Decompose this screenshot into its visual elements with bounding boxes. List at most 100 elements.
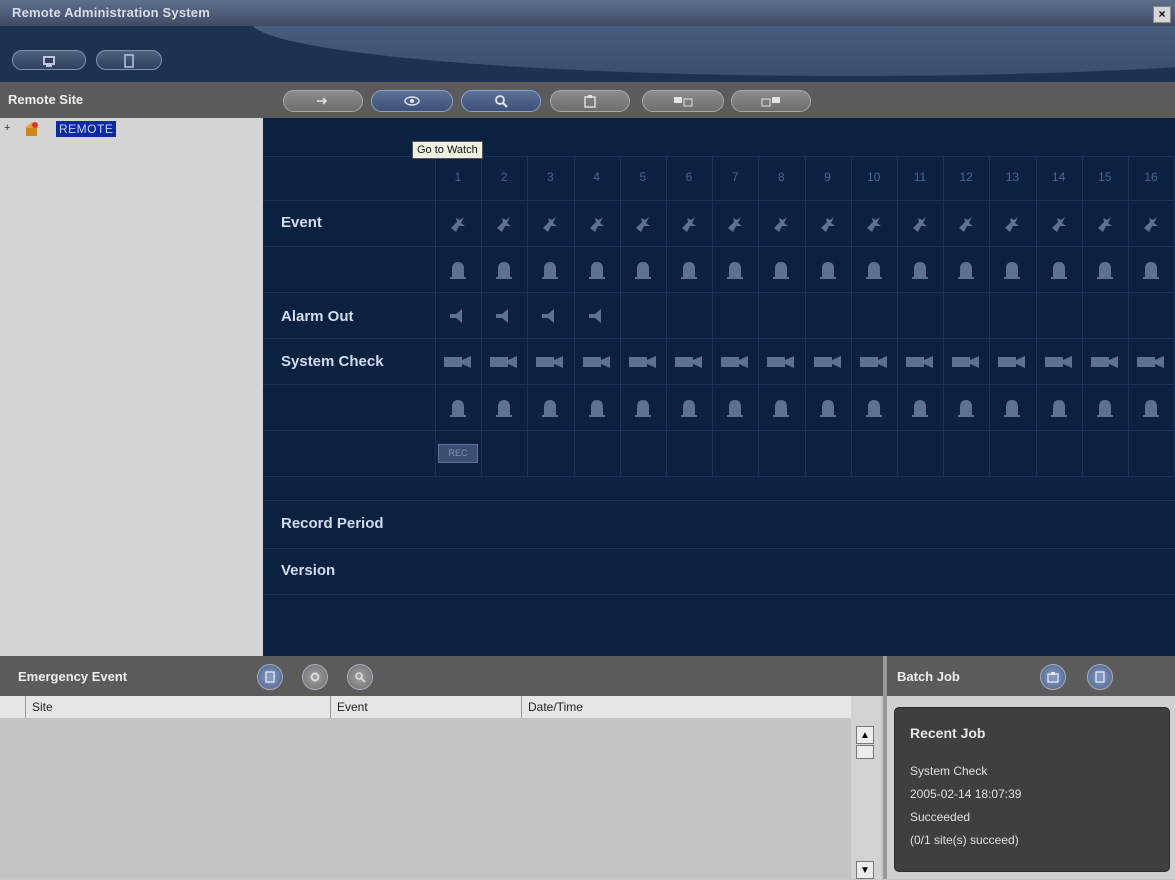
grid-row-line <box>263 292 1175 293</box>
grid-row-line <box>263 476 1175 477</box>
scroll-up-button[interactable]: ▲ <box>856 726 874 744</box>
grid-row-line <box>263 384 1175 385</box>
channel-label-1: 1 <box>454 170 462 184</box>
site-button[interactable] <box>12 50 86 70</box>
remote-site-tree: + REMOTE <box>0 118 263 656</box>
channel-label-4: 4 <box>593 170 600 184</box>
close-button[interactable]: × <box>1153 6 1171 23</box>
toolbox-icon <box>584 95 596 108</box>
alarm-output-icon <box>496 309 509 323</box>
recent-job-name: System Check <box>910 764 988 778</box>
alarm-bell-icon <box>819 400 836 417</box>
alarm-bell-icon <box>773 262 790 279</box>
transfer-back-button[interactable] <box>731 90 811 112</box>
grid-col-line <box>481 156 483 476</box>
toolbox-button[interactable] <box>550 90 630 112</box>
camera-icon <box>906 356 933 368</box>
column-header-datetime[interactable]: Date/Time <box>522 696 851 718</box>
row-label-version: Version <box>281 562 336 579</box>
channel-label-6: 6 <box>685 170 693 184</box>
login-button[interactable] <box>283 90 363 112</box>
alarm-bell-icon <box>450 400 466 417</box>
motion-sensor-icon <box>1005 217 1020 232</box>
title-bar: Remote Administration System × <box>0 0 1175 26</box>
row-label-event: Event <box>281 214 322 231</box>
alarm-bell-icon <box>912 262 928 279</box>
channel-label-5: 5 <box>639 170 647 184</box>
window-title: Remote Administration System <box>12 5 210 20</box>
motion-sensor-icon <box>635 217 650 232</box>
batch-toolbox-button[interactable] <box>1040 664 1066 690</box>
grid-col-line <box>1081 156 1083 476</box>
grid-row-line <box>263 594 1175 595</box>
alarm-bell-icon <box>1143 400 1159 417</box>
alarm-bell-icon <box>819 262 836 279</box>
alarm-bell-icon <box>1143 262 1159 279</box>
emergency-list-button[interactable] <box>257 664 283 690</box>
channel-label-12: 12 <box>959 170 973 184</box>
motion-sensor-icon <box>1144 217 1158 232</box>
camera-icon <box>1044 356 1072 368</box>
camera-icon <box>628 356 656 368</box>
grid-col-line <box>1128 156 1129 476</box>
transfer-button[interactable] <box>642 90 724 112</box>
row-label-alarm-out: Alarm Out <box>281 308 354 325</box>
gear-icon <box>310 672 320 682</box>
grid-col-line <box>619 156 621 476</box>
grid-col-line <box>804 156 806 476</box>
watch-button[interactable] <box>371 90 453 112</box>
camera-icon <box>952 356 980 368</box>
row-label-system-check: System Check <box>281 353 384 370</box>
emergency-scrollbar[interactable]: ▲ ▼ <box>851 696 881 879</box>
column-header-event[interactable]: Event <box>331 696 522 718</box>
transfer-icon <box>674 97 693 107</box>
alarm-output-icon <box>588 309 601 323</box>
channel-label-14: 14 <box>1051 170 1066 184</box>
motion-sensor-icon <box>728 217 743 232</box>
alarm-bell-icon <box>773 400 790 417</box>
site-node-icon <box>25 122 39 136</box>
header-bar: Remote Site <box>0 82 1175 118</box>
alarm-bell-icon <box>727 400 744 417</box>
channel-label-3: 3 <box>547 170 554 184</box>
grid-row-line <box>263 156 1175 157</box>
search-button[interactable] <box>461 90 541 112</box>
list-icon <box>265 671 275 683</box>
grid-col-line <box>989 156 991 476</box>
channel-label-9: 9 <box>824 170 831 184</box>
status-panel: 1 2 3 4 5 6 7 8 9 10 11 12 13 14 15 16 Event Alarm Out … <box>263 118 1175 656</box>
tree-node-remote[interactable]: REMOTE <box>56 121 117 137</box>
motion-sensor-icon <box>682 217 696 232</box>
camera-icon <box>675 356 702 368</box>
grid-col-line <box>573 156 575 476</box>
alarm-output-icon <box>450 309 462 323</box>
scroll-thumb[interactable] <box>856 745 874 759</box>
column-header-site[interactable]: Site <box>26 696 331 718</box>
tree-expander[interactable]: + <box>4 122 10 134</box>
motion-sensor-icon <box>451 217 465 232</box>
emergency-event-bar: Emergency Event <box>0 656 885 696</box>
motion-sensor-icon <box>497 217 512 232</box>
remote-site-title: Remote Site <box>8 92 84 107</box>
scroll-down-button[interactable]: ▼ <box>856 861 874 879</box>
emergency-search-button[interactable] <box>347 664 373 690</box>
recent-job-datetime: 2005-02-14 18:07:39 <box>910 787 1022 801</box>
camera-icon <box>859 356 887 368</box>
alarm-bell-icon <box>727 262 744 279</box>
grid-row-line <box>263 430 1175 431</box>
camera-icon <box>721 356 749 368</box>
device-button[interactable] <box>96 50 162 70</box>
row-label-record-period: Record Period <box>281 515 384 532</box>
emergency-settings-button[interactable] <box>302 664 328 690</box>
batch-list-button[interactable] <box>1087 664 1113 690</box>
watch-tooltip: Go to Watch <box>412 141 483 159</box>
motion-sensor-icon <box>1097 217 1112 232</box>
list-icon <box>1095 671 1105 683</box>
recent-job-status: Succeeded <box>910 810 971 824</box>
alarm-bell-icon <box>1004 400 1021 417</box>
grid-row-line <box>263 200 1175 201</box>
alarm-bell-icon <box>450 262 466 279</box>
alarm-bell-icon <box>681 400 697 417</box>
rec-badge: REC <box>438 444 478 463</box>
grid-col-line <box>527 156 529 476</box>
